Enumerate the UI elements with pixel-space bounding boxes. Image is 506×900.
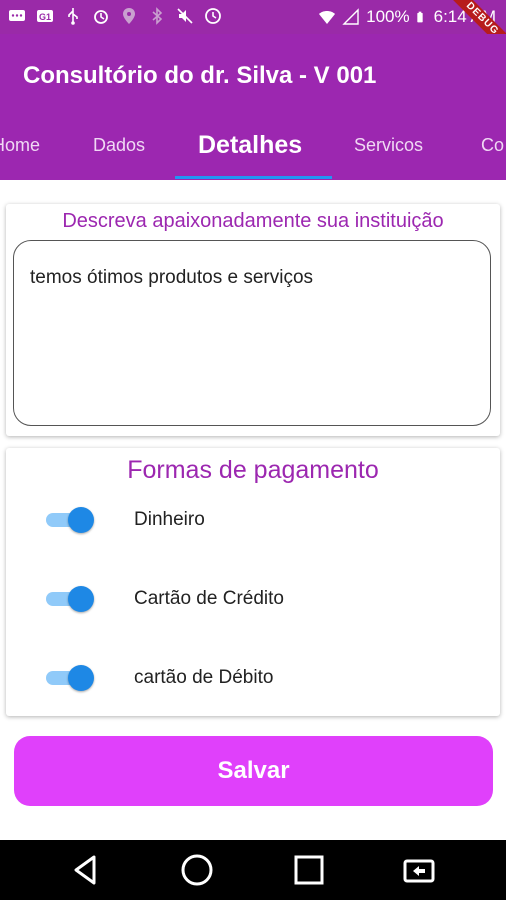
payment-title: Formas de pagamento [127, 456, 379, 484]
battery-percent: 100% [366, 7, 410, 26]
screen-rotate-icon[interactable] [401, 852, 437, 888]
description-card: Descreva apaixonadamente sua instituição… [6, 204, 500, 436]
message-icon [9, 10, 25, 21]
status-bar: G1 100% 6:14 AM DEBUG [0, 0, 506, 60]
tab-co[interactable]: Co [481, 116, 504, 180]
clock-icon [205, 8, 221, 24]
description-textarea[interactable]: temos ótimos produtos e serviços [13, 240, 491, 426]
dinheiro-switch[interactable] [46, 507, 96, 533]
bluetooth-icon [152, 7, 163, 25]
battery-icon [416, 11, 423, 23]
svg-text:G1: G1 [39, 12, 51, 22]
tab-home[interactable]: Home [0, 116, 40, 180]
usb-icon [68, 8, 78, 25]
credito-label: Cartão de Crédito [134, 588, 284, 609]
tab-servicos[interactable]: Servicos [354, 116, 423, 180]
switch-thumb [68, 507, 94, 533]
switch-thumb [68, 665, 94, 691]
tab-indicator [175, 176, 332, 179]
tab-detalhes[interactable]: Detalhes [198, 116, 302, 180]
tab-bar: Home Dados Detalhes Servicos Co [0, 116, 506, 180]
mute-icon [177, 8, 193, 24]
debito-label: cartão de Débito [134, 667, 274, 688]
home-icon[interactable] [179, 852, 215, 888]
credito-switch[interactable] [46, 586, 96, 612]
signal-icon [342, 8, 359, 25]
save-button[interactable]: Salvar [14, 736, 493, 806]
description-label: Descreva apaixonadamente sua instituição [62, 210, 444, 232]
payment-option-dinheiro: Dinheiro [6, 500, 500, 540]
wifi-icon [319, 11, 336, 24]
g1-icon: G1 [37, 10, 53, 22]
app-bar: Consultório do dr. Silva - V 001 Home Da… [0, 34, 506, 180]
dinheiro-label: Dinheiro [134, 509, 205, 530]
main-content: Descreva apaixonadamente sua instituição… [0, 180, 506, 840]
location-icon [123, 8, 135, 24]
payment-option-debito: cartão de Débito [6, 658, 500, 698]
navigation-bar [0, 840, 506, 900]
switch-thumb [68, 586, 94, 612]
tab-dados[interactable]: Dados [93, 116, 145, 180]
payment-card: Formas de pagamento Dinheiro Cartão de C… [6, 448, 500, 716]
back-icon[interactable] [68, 852, 104, 888]
app-title: Consultório do dr. Silva - V 001 [23, 62, 377, 89]
payment-option-credito: Cartão de Crédito [6, 579, 500, 619]
notification-icons: G1 [8, 7, 222, 25]
recents-icon[interactable] [291, 852, 327, 888]
alarm-icon [94, 10, 108, 24]
debito-switch[interactable] [46, 665, 96, 691]
